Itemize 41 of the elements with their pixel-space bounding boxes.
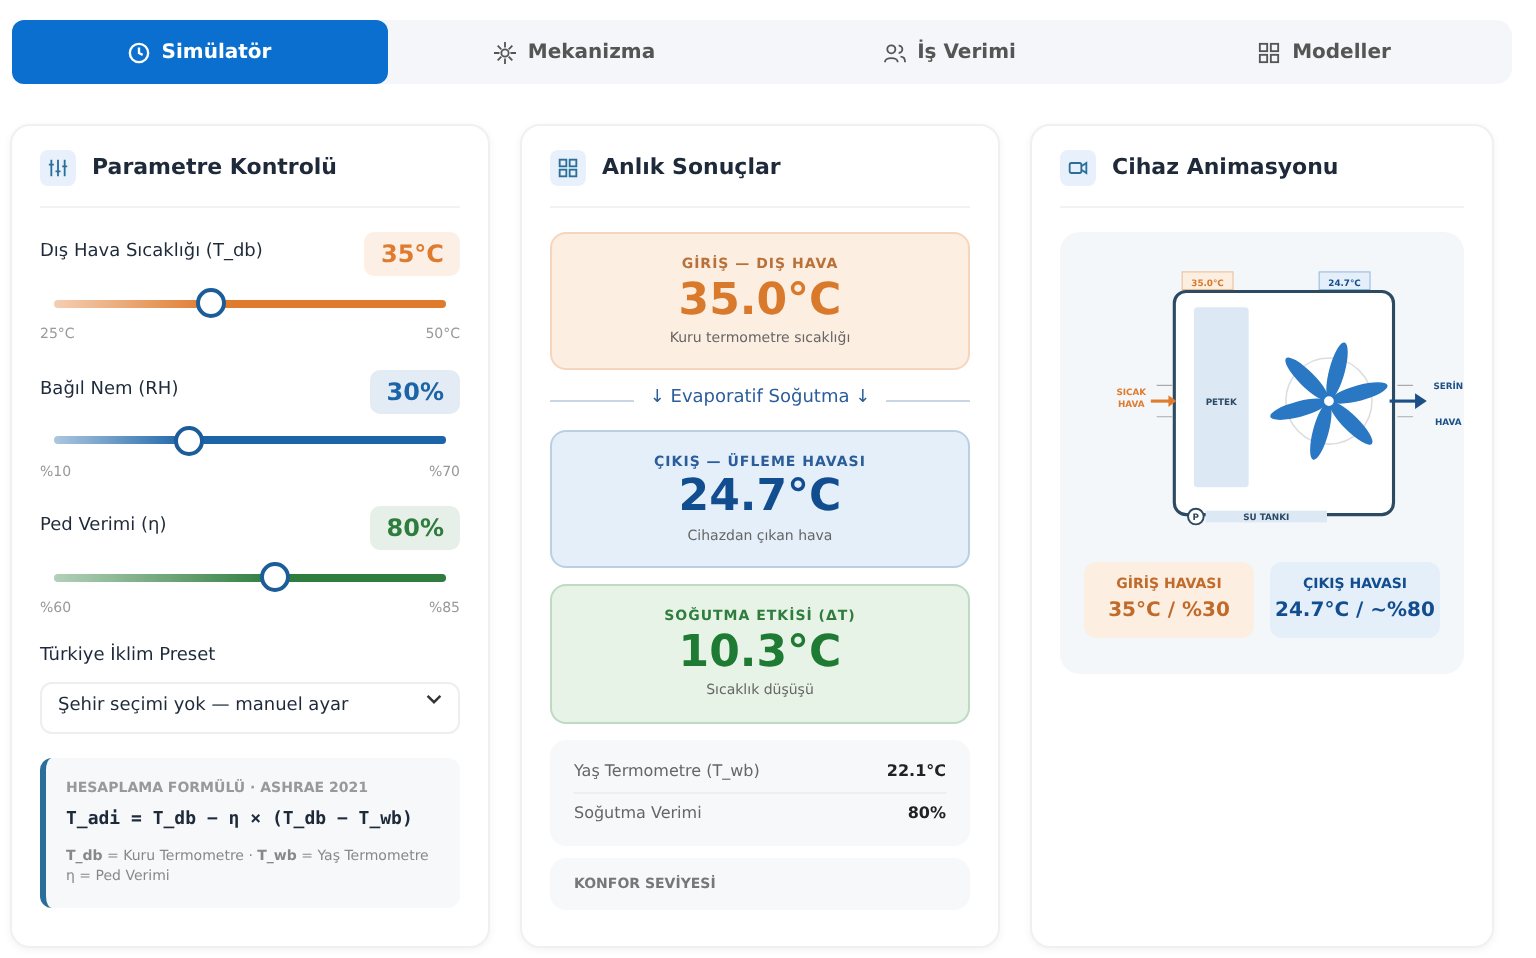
slider-thumb[interactable] [259,562,290,592]
preset-select[interactable]: Şehir seçimi yok — manuel ayar [40,682,460,733]
stat-value: 80% [907,801,946,826]
panel-title: Anlık Sonuçlar [602,151,781,184]
outlet-temp-tag [1318,271,1371,290]
tab[interactable]: Modeller [1137,20,1512,84]
people-icon [883,41,906,63]
result-value: 24.7°C [676,472,844,526]
slider-label: Bağıl Nem (RH) [40,377,179,404]
grid-icon [1258,41,1281,63]
result-value: 35.0°C [676,275,844,328]
inlet-arrow [1150,395,1177,407]
process-label: ↓ Evaporatif Soğutma ↓ [649,386,871,413]
video-camera-icon [1060,150,1096,186]
slider-value: 80% [370,506,460,550]
clock-icon [127,41,150,63]
outlet-arrow [1389,393,1427,409]
readout-value: 35°C / %30 [1106,597,1232,625]
slider-value: 35°C [364,232,460,276]
inlet-temp-tag [1181,271,1234,290]
panel-title: Parametre Kontrolü [92,151,337,184]
sliders-icon [40,150,76,186]
stat-label: Yaş Termometre (T_wb) [574,759,760,784]
stat-label: Soğutma Verimi [574,801,702,826]
tab[interactable]: Mekanizma [387,20,762,84]
tab[interactable]: Simülatör [12,20,387,84]
slider-label: Ped Verimi (η) [40,514,167,541]
chevron-icon [426,694,442,704]
preset-label: Türkiye İklim Preset [40,643,218,669]
result-value: 10.3°C [676,627,844,681]
slider-label: Dış Hava Sıcaklığı (T_db) [40,240,263,267]
readout-value: 24.7°C / ~%80 [1274,597,1436,625]
stat-value: 22.1°C [886,759,946,784]
sun-icon [493,41,516,63]
grid-icon [550,150,586,186]
slider-thumb[interactable] [196,288,227,318]
tab[interactable]: İş Verimi [762,20,1137,84]
panel-title: Cihaz Animasyonu [1112,151,1339,184]
formula-equation: T_adi = T_db − η × (T_db − T_wb) [66,808,415,834]
slider-value: 30% [370,369,460,413]
slider-thumb[interactable] [173,425,204,455]
